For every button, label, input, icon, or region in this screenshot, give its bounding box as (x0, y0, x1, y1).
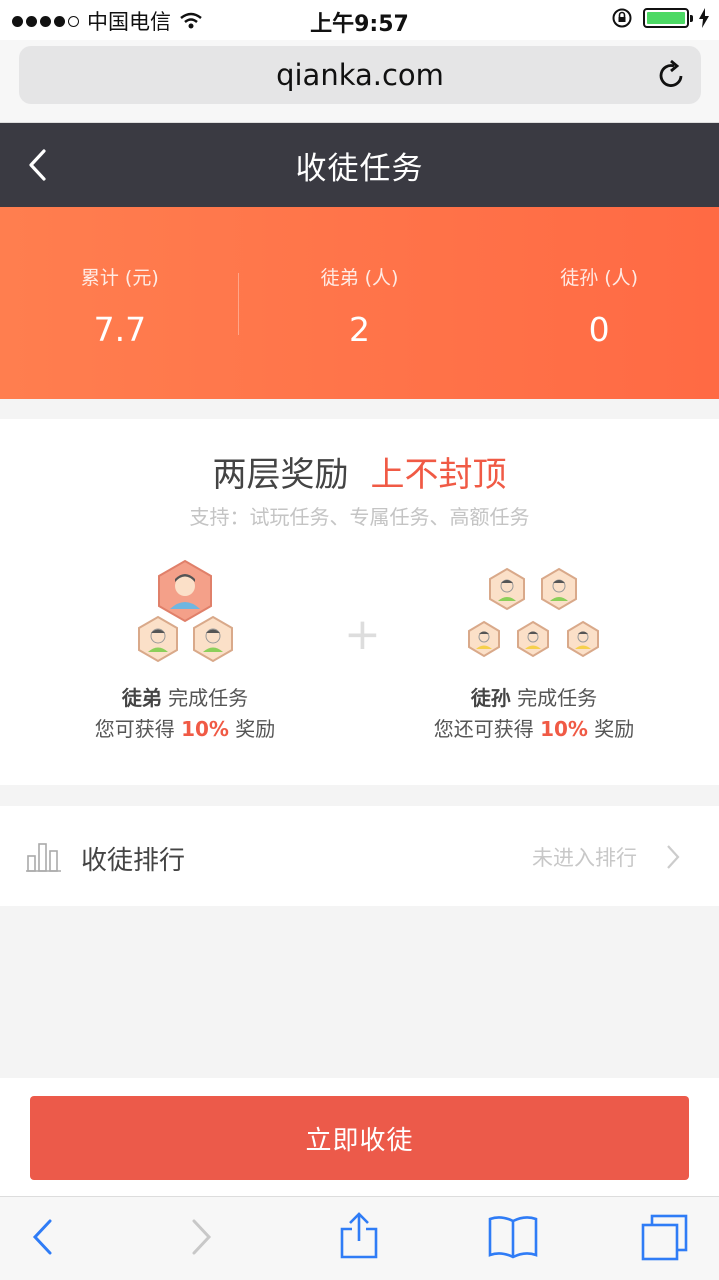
stat-divider (238, 273, 239, 335)
ranking-status: 未进入排行 (532, 846, 637, 870)
stat-label: 累计 (元) (80, 267, 159, 289)
tier-percent: 10% (540, 717, 588, 741)
url-text: qianka.com (276, 58, 444, 92)
browser-toolbar (0, 1196, 719, 1280)
rewards-title-text: 两层奖励 (212, 455, 349, 495)
tier-who: 徒孙 (470, 686, 511, 710)
stat-apprentices: 徒弟 (人) 2 (240, 207, 480, 399)
rewards-section: 两层奖励 上不封顶 支持：试玩任务、专属任务、高额任务 徒弟 完成任务 您可获得… (0, 419, 719, 785)
stat-value: 2 (349, 310, 370, 349)
status-right (611, 7, 709, 29)
rewards-title: 两层奖励 上不封顶 (0, 447, 719, 496)
tier-action: 完成任务 (168, 686, 249, 710)
rewards-title-highlight: 上不封顶 (370, 455, 507, 495)
charging-icon (699, 8, 709, 28)
page-header: 收徒任务 (0, 123, 719, 207)
forward-arrow-icon[interactable] (190, 1217, 214, 1257)
apprentice-group-icon (138, 559, 233, 663)
tier-gain-prefix: 您还可获得 (433, 717, 534, 741)
tier-who: 徒弟 (121, 686, 162, 710)
back-chevron-icon[interactable] (26, 147, 48, 183)
tier-condition: 徒孙 完成任务 (384, 683, 684, 714)
page-title: 收徒任务 (295, 150, 424, 187)
stat-label: 徒孙 (人) (560, 267, 639, 289)
tier-grand-apprentice: 徒孙 完成任务 您还可获得 10% 奖励 (384, 559, 684, 745)
tier-action: 完成任务 (517, 686, 598, 710)
stat-total-earned: 累计 (元) 7.7 (0, 207, 240, 399)
rotation-lock-icon (612, 8, 632, 28)
tier-percent: 10% (181, 717, 229, 741)
recruit-now-button[interactable]: 立即收徒 (30, 1096, 689, 1180)
tier-reward: 您可获得 10% 奖励 (35, 714, 335, 745)
stat-grand-apprentices: 徒孙 (人) 0 (479, 207, 719, 399)
rewards-subtitle: 支持：试玩任务、专属任务、高额任务 (189, 505, 530, 529)
stats-panel: 累计 (元) 7.7 徒弟 (人) 2 徒孙 (人) 0 (0, 207, 719, 399)
chevron-right-icon (667, 845, 680, 869)
share-icon[interactable] (338, 1211, 380, 1261)
bar-chart-icon (26, 843, 61, 872)
tabs-icon[interactable] (640, 1213, 690, 1261)
status-bar: 中国电信 上午9:57 (0, 0, 719, 40)
tier-condition: 徒弟 完成任务 (35, 683, 335, 714)
stat-value: 0 (588, 310, 610, 349)
stat-label: 徒弟 (人) (320, 267, 399, 289)
ranking-label: 收徒排行 (81, 846, 186, 876)
tier-apprentice: 徒弟 完成任务 您可获得 10% 奖励 (35, 559, 335, 745)
back-arrow-icon[interactable] (30, 1217, 54, 1257)
tier-gain-suffix: 奖励 (235, 717, 276, 741)
cta-area: 立即收徒 (0, 1078, 719, 1196)
stat-value: 7.7 (93, 310, 147, 349)
reload-icon[interactable] (657, 58, 687, 90)
browser-address-area: qianka.com (0, 40, 719, 123)
address-bar[interactable]: qianka.com (19, 46, 701, 104)
tier-gain-prefix: 您可获得 (94, 717, 175, 741)
ranking-row[interactable]: 收徒排行 未进入排行 (0, 806, 719, 906)
tier-reward: 您还可获得 10% 奖励 (384, 714, 684, 745)
grand-apprentice-group-icon (468, 567, 599, 658)
bookmarks-icon[interactable] (487, 1213, 539, 1259)
battery-icon (643, 8, 693, 28)
tier-gain-suffix: 奖励 (594, 717, 635, 741)
plus-sign: + (344, 609, 381, 660)
